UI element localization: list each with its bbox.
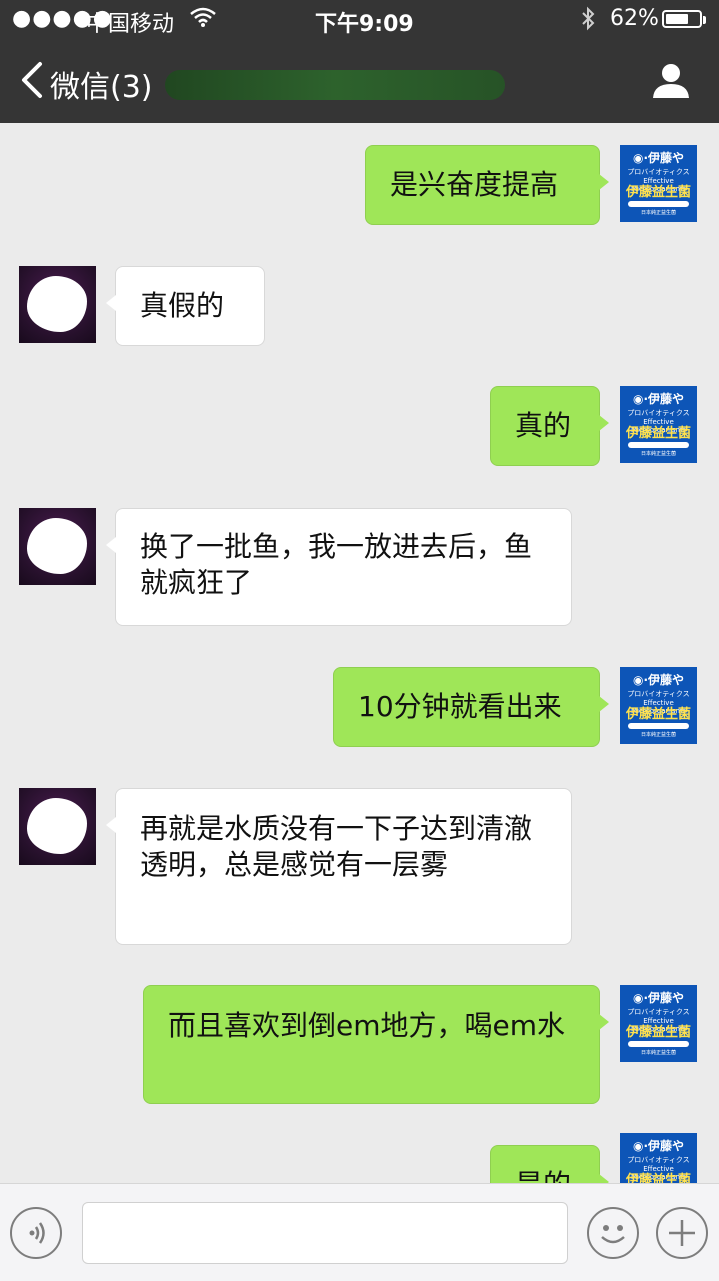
message-bubble-sent[interactable]: 是的 (490, 1145, 609, 1183)
my-avatar[interactable]: ◉·伊藤や プロバイオティクス Effective Microorganisms 伊… (620, 145, 697, 222)
message-bubble-received[interactable]: 再就是水质没有一下子达到清澈透明，总是感觉有一层雾 (106, 788, 572, 945)
message-row: 是的 ◉·伊藤やプロバイオティクス Effective Microorganis… (0, 1133, 719, 1183)
emoji-icon[interactable] (587, 1207, 639, 1259)
message-row: 10分钟就看出来 ◉·伊藤や プロバイオティクス Effective Microo… (0, 667, 719, 747)
battery-icon (662, 10, 706, 28)
plus-icon[interactable] (656, 1207, 708, 1259)
message-bubble-sent[interactable]: 而且喜欢到倒em地方，喝em水 (143, 985, 609, 1104)
voice-icon[interactable] (10, 1207, 62, 1259)
carrier-name: 中国移动 (86, 12, 175, 37)
battery-percent: 62% (610, 6, 659, 31)
back-label[interactable]: 微信(3) (50, 62, 153, 106)
status-time: 下午9:09 (315, 12, 414, 37)
bluetooth-icon (580, 6, 596, 38)
my-avatar[interactable]: ◉·伊藤や プロバイオティクス Effective Microorganisms 伊… (620, 985, 697, 1062)
chat-header: 微信(3) (0, 40, 719, 123)
my-avatar[interactable]: ◉·伊藤や プロバイオティクス Effective Microorganisms 伊… (620, 667, 697, 744)
message-text: 再就是水质没有一下子达到清澈透明，总是感觉有一层雾 (140, 812, 533, 881)
contact-avatar[interactable] (19, 788, 96, 865)
wifi-icon (190, 6, 216, 34)
message-bubble-received[interactable]: 真假的 (106, 266, 265, 346)
my-avatar[interactable]: ◉·伊藤や プロバイオティクス Effective Microorganisms 伊… (620, 386, 697, 463)
message-text: 真假的 (140, 289, 225, 322)
message-text: 是的 (515, 1168, 571, 1183)
user-icon[interactable] (650, 60, 692, 102)
message-bubble-sent[interactable]: 是兴奋度提高 (365, 145, 609, 225)
message-bubble-received[interactable]: 换了一批鱼，我一放进去后，鱼就疯狂了 (106, 508, 572, 626)
status-bar: ●●●●● 中国移动 下午9:09 62% (0, 0, 719, 40)
message-text: 真的 (515, 409, 572, 442)
message-text: 10分钟就看出来 (358, 690, 562, 723)
input-bar (0, 1183, 719, 1281)
message-text: 是兴奋度提高 (390, 168, 559, 201)
message-row: 真假的 (0, 266, 719, 346)
message-row: 真的 ◉·伊藤や プロバイオティクス Effective Microorganis… (0, 386, 719, 466)
contact-avatar[interactable] (19, 508, 96, 585)
message-row: 而且喜欢到倒em地方，喝em水 ◉·伊藤や プロバイオティクス Effective… (0, 985, 719, 1104)
message-bubble-sent[interactable]: 真的 (490, 386, 609, 466)
message-row: 再就是水质没有一下子达到清澈透明，总是感觉有一层雾 (0, 788, 719, 945)
message-text: 换了一批鱼，我一放进去后，鱼就疯狂了 (140, 530, 533, 599)
redacted-contact-name (165, 70, 505, 100)
message-bubble-sent[interactable]: 10分钟就看出来 (333, 667, 609, 747)
message-row: 是兴奋度提高 ◉·伊藤や プロバイオティクス Effective Microorg… (0, 145, 719, 225)
chevron-left-icon (22, 62, 42, 98)
contact-avatar[interactable] (19, 266, 96, 343)
my-avatar[interactable]: ◉·伊藤や プロバイオティクス Effective Microorganisms 伊… (620, 1133, 697, 1183)
chat-messages[interactable]: 是兴奋度提高 ◉·伊藤や プロバイオティクス Effective Microorg… (0, 123, 719, 1183)
message-text: 而且喜欢到倒em地方，喝em水 (168, 1009, 566, 1042)
message-input[interactable] (82, 1202, 568, 1264)
message-row: 换了一批鱼，我一放进去后，鱼就疯狂了 (0, 508, 719, 626)
